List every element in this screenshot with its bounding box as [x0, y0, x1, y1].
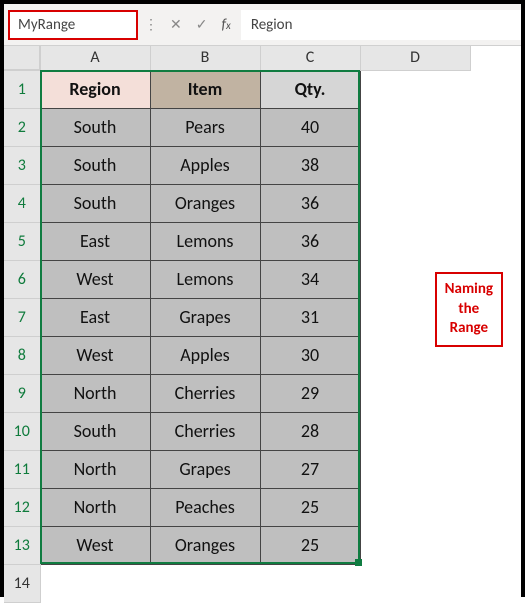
header-item[interactable]: Item: [150, 70, 260, 108]
cell[interactable]: 29: [260, 374, 360, 412]
row-header[interactable]: 2: [4, 108, 40, 146]
cell-blank[interactable]: [260, 564, 360, 602]
cell[interactable]: North: [40, 374, 150, 412]
cell-blank[interactable]: [360, 374, 470, 412]
select-all-corner[interactable]: [4, 46, 40, 70]
cell[interactable]: 34: [260, 260, 360, 298]
col-header-A[interactable]: A: [40, 46, 150, 70]
cell-blank[interactable]: [360, 526, 470, 564]
cell-blank[interactable]: [360, 488, 470, 526]
cell[interactable]: 31: [260, 298, 360, 336]
cell[interactable]: Grapes: [150, 298, 260, 336]
cancel-icon[interactable]: ✕: [170, 16, 182, 33]
cell[interactable]: Lemons: [150, 260, 260, 298]
cell[interactable]: Apples: [150, 336, 260, 374]
cell[interactable]: South: [40, 412, 150, 450]
table-row: 13WestOranges25: [4, 526, 470, 564]
row-header[interactable]: 6: [4, 260, 40, 298]
col-header-D[interactable]: D: [360, 46, 470, 70]
cell-blank[interactable]: [360, 146, 470, 184]
cell[interactable]: 25: [260, 488, 360, 526]
formula-bar-area: MyRange ⋮ ✕ ✓ fx Region: [4, 4, 521, 46]
row-header[interactable]: 4: [4, 184, 40, 222]
fx-icon[interactable]: fx: [221, 16, 230, 34]
cell[interactable]: East: [40, 222, 150, 260]
cell[interactable]: North: [40, 450, 150, 488]
fx-controls: ✕ ✓ fx: [160, 4, 241, 45]
row-header[interactable]: 12: [4, 488, 40, 526]
row-header[interactable]: 5: [4, 222, 40, 260]
table-row: 3SouthApples38: [4, 146, 470, 184]
cell[interactable]: Pears: [150, 108, 260, 146]
table-row: 2SouthPears40: [4, 108, 470, 146]
cell[interactable]: West: [40, 260, 150, 298]
row-header[interactable]: 14: [4, 564, 40, 602]
table-row: 1 Region Item Qty.: [4, 70, 470, 108]
header-region[interactable]: Region: [40, 70, 150, 108]
split-handle-icon[interactable]: ⋮: [142, 16, 160, 33]
row-header[interactable]: 13: [4, 526, 40, 564]
row-header[interactable]: 7: [4, 298, 40, 336]
cell[interactable]: 40: [260, 108, 360, 146]
annotation-box: Naming the Range: [435, 272, 503, 347]
cell-blank[interactable]: [360, 184, 470, 222]
col-header-B[interactable]: B: [150, 46, 260, 70]
table-row: 6WestLemons34: [4, 260, 470, 298]
cell-blank[interactable]: [360, 412, 470, 450]
table-row: 5EastLemons36: [4, 222, 470, 260]
cell-blank[interactable]: [360, 564, 470, 602]
row-header[interactable]: 3: [4, 146, 40, 184]
cell[interactable]: 25: [260, 526, 360, 564]
annotation-line: Range: [450, 319, 488, 337]
annotation-line: Naming: [445, 280, 493, 298]
confirm-icon[interactable]: ✓: [196, 16, 208, 33]
cell-blank[interactable]: [360, 222, 470, 260]
cell[interactable]: South: [40, 146, 150, 184]
table-row: 11NorthGrapes27: [4, 450, 470, 488]
cell[interactable]: 28: [260, 412, 360, 450]
table-row: 10SouthCherries28: [4, 412, 470, 450]
cell-blank[interactable]: [40, 564, 150, 602]
cell-blank[interactable]: [360, 108, 470, 146]
cell[interactable]: Oranges: [150, 526, 260, 564]
cell[interactable]: West: [40, 336, 150, 374]
col-header-C[interactable]: C: [260, 46, 360, 70]
cell-blank[interactable]: [360, 450, 470, 488]
cell[interactable]: Cherries: [150, 374, 260, 412]
cell-blank[interactable]: [150, 564, 260, 602]
cell[interactable]: 30: [260, 336, 360, 374]
table-row: 4SouthOranges36: [4, 184, 470, 222]
cell[interactable]: Oranges: [150, 184, 260, 222]
cell[interactable]: Lemons: [150, 222, 260, 260]
cell[interactable]: Apples: [150, 146, 260, 184]
table-row: 8WestApples30: [4, 336, 470, 374]
table-row: 9NorthCherries29: [4, 374, 470, 412]
cell[interactable]: South: [40, 184, 150, 222]
name-box[interactable]: MyRange: [8, 10, 138, 40]
cell[interactable]: 38: [260, 146, 360, 184]
row-header[interactable]: 11: [4, 450, 40, 488]
cell[interactable]: 27: [260, 450, 360, 488]
row-header[interactable]: 8: [4, 336, 40, 374]
formula-input[interactable]: Region: [241, 10, 521, 40]
header-qty[interactable]: Qty.: [260, 70, 360, 108]
table-row: 14: [4, 564, 470, 602]
column-headers: A B C D: [4, 46, 470, 70]
cell[interactable]: 36: [260, 184, 360, 222]
table-row: 12NorthPeaches25: [4, 488, 470, 526]
cell[interactable]: South: [40, 108, 150, 146]
row-header[interactable]: 10: [4, 412, 40, 450]
cell[interactable]: 36: [260, 222, 360, 260]
cell-blank[interactable]: [360, 70, 470, 108]
cell[interactable]: Grapes: [150, 450, 260, 488]
cell[interactable]: North: [40, 488, 150, 526]
annotation-line: the: [458, 300, 479, 318]
cell[interactable]: East: [40, 298, 150, 336]
cell[interactable]: Cherries: [150, 412, 260, 450]
row-header[interactable]: 9: [4, 374, 40, 412]
cell[interactable]: Peaches: [150, 488, 260, 526]
table-row: 7EastGrapes31: [4, 298, 470, 336]
cell[interactable]: West: [40, 526, 150, 564]
row-header[interactable]: 1: [4, 70, 40, 108]
